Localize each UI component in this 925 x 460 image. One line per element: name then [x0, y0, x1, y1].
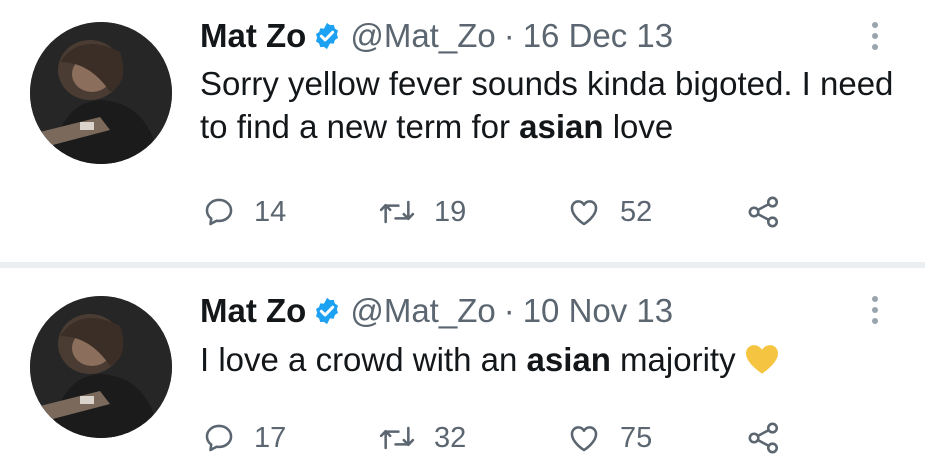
- reply-button[interactable]: 17: [202, 418, 286, 458]
- display-name[interactable]: Mat Zo: [200, 18, 306, 54]
- highlighted-term: asian: [526, 341, 611, 378]
- tweet-actions: 17 32 75: [200, 418, 820, 458]
- share-icon: [748, 422, 779, 454]
- tweet-text: I love a crowd with an asian majority: [200, 338, 900, 381]
- yellow-heart-icon: [745, 345, 778, 374]
- user-handle[interactable]: @Mat_Zo: [350, 18, 495, 54]
- like-button[interactable]: 75: [566, 418, 652, 458]
- reply-count: 14: [254, 195, 287, 228]
- separator: ·: [503, 17, 515, 54]
- more-icon[interactable]: [865, 292, 885, 332]
- avatar[interactable]: [30, 296, 172, 438]
- display-name[interactable]: Mat Zo: [200, 293, 306, 329]
- share-button[interactable]: [745, 192, 783, 232]
- reply-button[interactable]: 14: [202, 192, 286, 232]
- like-icon: [570, 200, 598, 226]
- verified-badge-icon: [316, 297, 339, 325]
- share-icon: [748, 196, 779, 228]
- separator: ·: [503, 292, 515, 329]
- retweet-count: 19: [434, 195, 467, 228]
- retweet-count: 32: [434, 421, 467, 454]
- tweet-date[interactable]: 16 Dec 13: [523, 18, 673, 54]
- retweet-button[interactable]: 19: [378, 192, 466, 232]
- tweet-actions: 14 19 52: [200, 192, 820, 232]
- user-handle[interactable]: @Mat_Zo: [350, 293, 495, 329]
- reply-icon: [205, 198, 233, 226]
- tweet-text: Sorry yellow fever sounds kinda bigoted.…: [200, 65, 894, 145]
- reply-count: 17: [254, 421, 287, 454]
- share-button[interactable]: [745, 418, 783, 458]
- highlighted-term: asian: [519, 108, 604, 145]
- retweet-icon: [379, 426, 415, 450]
- like-icon: [570, 426, 598, 452]
- retweet-icon: [379, 200, 415, 224]
- tweet-card[interactable]: Mat Zo @Mat_Zo · 16 Dec 13 Sorry yellow …: [0, 0, 925, 262]
- tweet-card[interactable]: Mat Zo @Mat_Zo · 10 Nov 13 I love a crow…: [0, 268, 925, 460]
- like-button[interactable]: 52: [566, 192, 652, 232]
- avatar[interactable]: [30, 22, 172, 164]
- verified-badge-icon: [316, 22, 339, 50]
- retweet-button[interactable]: 32: [378, 418, 466, 458]
- reply-icon: [205, 424, 233, 452]
- more-icon[interactable]: [865, 18, 885, 58]
- like-count: 75: [620, 421, 653, 454]
- tweet-date[interactable]: 10 Nov 13: [523, 293, 673, 329]
- like-count: 52: [620, 195, 653, 228]
